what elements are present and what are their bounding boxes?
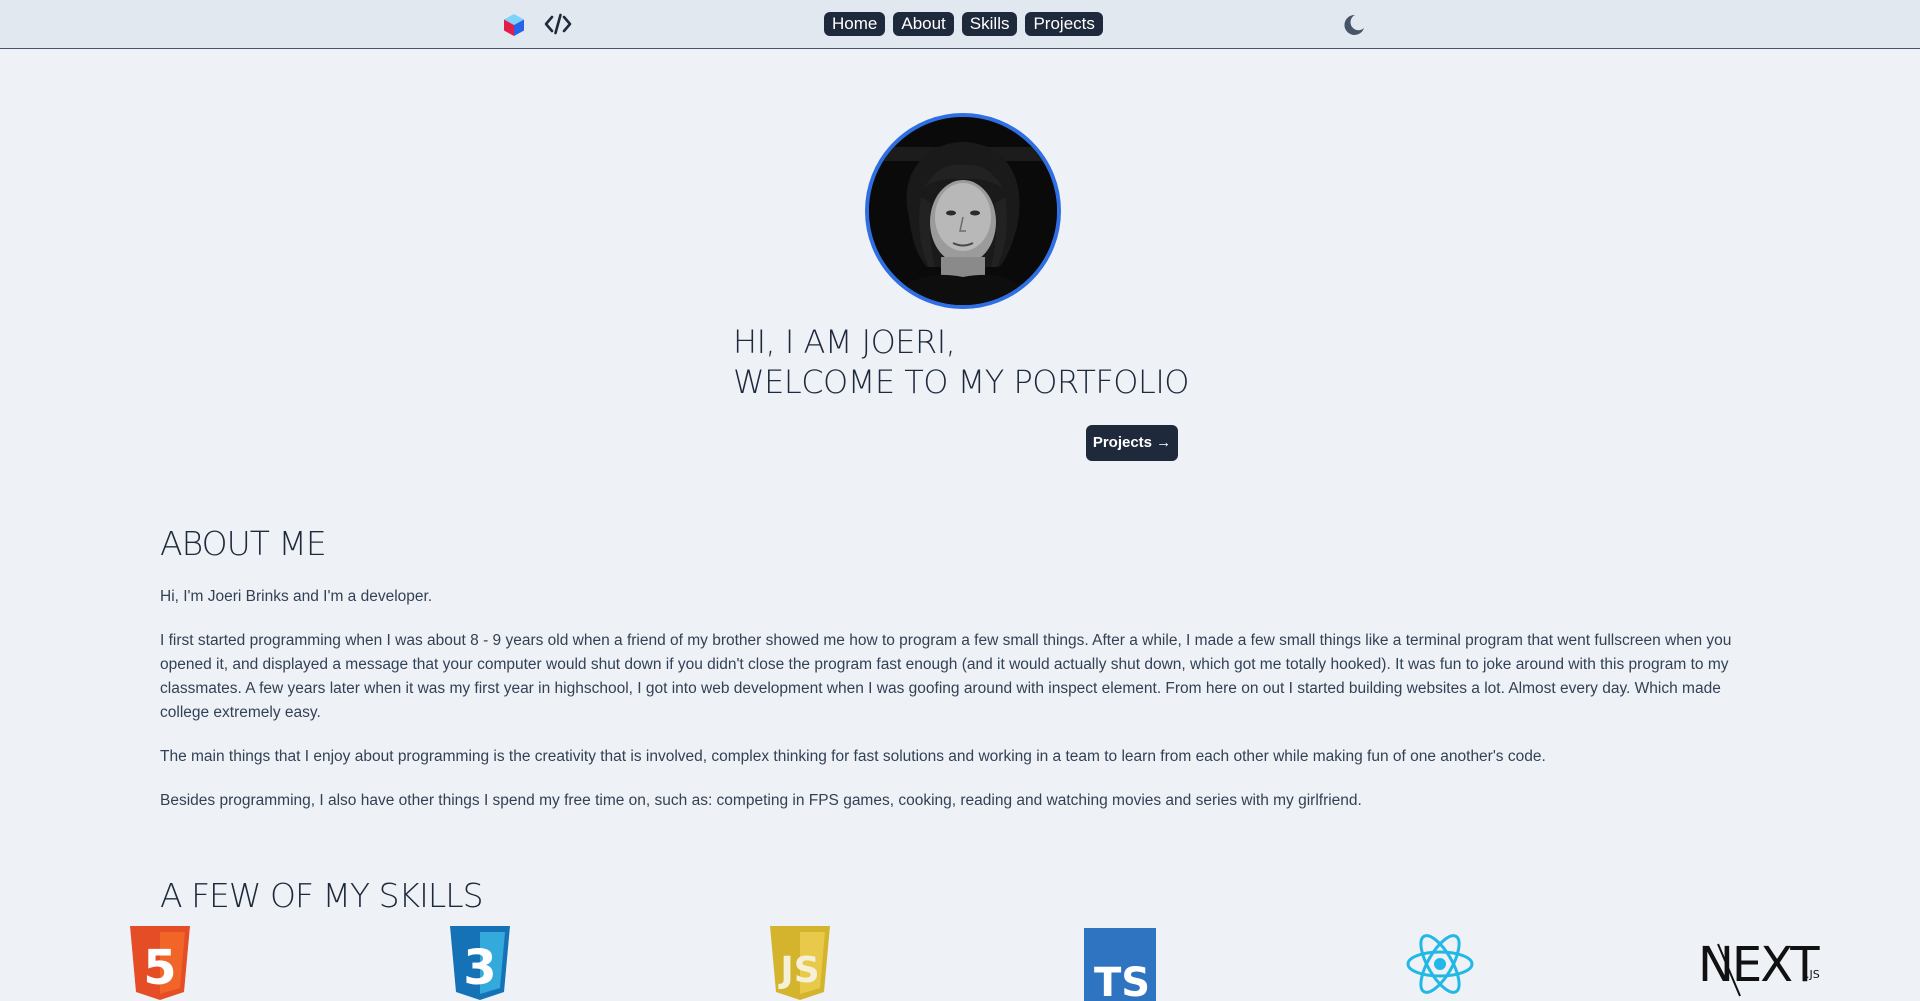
about-title: ABOUT ME (160, 524, 327, 563)
nav-projects-button[interactable]: Projects (1025, 12, 1103, 36)
projects-cta-button[interactable]: Projects → (1086, 425, 1178, 461)
cube-logo-icon[interactable] (502, 13, 526, 37)
profile-avatar (865, 113, 1061, 309)
nextjs-icon: NEXT .JS (1696, 926, 1826, 1001)
hero-title-line2: WELCOME TO MY PORTFOLIO (733, 363, 1189, 401)
top-navbar: Home About Skills Projects (0, 0, 1920, 49)
html5-icon-label: 5 (143, 940, 176, 996)
typescript-icon-label: TS (1094, 960, 1150, 1001)
code-brackets-icon[interactable] (544, 12, 572, 36)
nav-home-button[interactable]: Home (824, 12, 886, 36)
about-paragraph-2: I first started programming when I was a… (160, 632, 1732, 721)
about-body: Hi, I'm Joeri Brinks and I'm a developer… (160, 585, 1760, 833)
moon-icon[interactable] (1340, 12, 1366, 38)
nextjs-icon-label: NEXT (1698, 937, 1820, 993)
nextjs-icon-sublabel: .JS (1806, 968, 1820, 981)
typescript-icon: TS (1084, 926, 1156, 1001)
about-paragraph-3: The main things that I enjoy about progr… (160, 748, 1546, 765)
css3-icon: 3 (448, 926, 512, 1001)
nav-skills-button[interactable]: Skills (961, 12, 1018, 36)
css3-icon-label: 3 (463, 940, 496, 996)
hero-title-line1: HI, I AM JOERI, (733, 323, 956, 361)
react-icon (1404, 926, 1476, 1001)
html5-icon: 5 (128, 926, 192, 1001)
about-paragraph-4: Besides programming, I also have other t… (160, 792, 1362, 809)
about-paragraph-1: Hi, I'm Joeri Brinks and I'm a developer… (160, 588, 433, 605)
profile-photo (869, 117, 1057, 305)
skills-title: A FEW OF MY SKILLS (160, 876, 484, 915)
javascript-icon-label: JS (777, 950, 819, 991)
nav-links: Home About Skills Projects (824, 12, 1103, 36)
nav-about-button[interactable]: About (893, 12, 954, 36)
hero-title: HI, I AM JOERI, WELCOME TO MY PORTFOLIO (733, 322, 1189, 402)
javascript-icon: JS (768, 926, 832, 1001)
